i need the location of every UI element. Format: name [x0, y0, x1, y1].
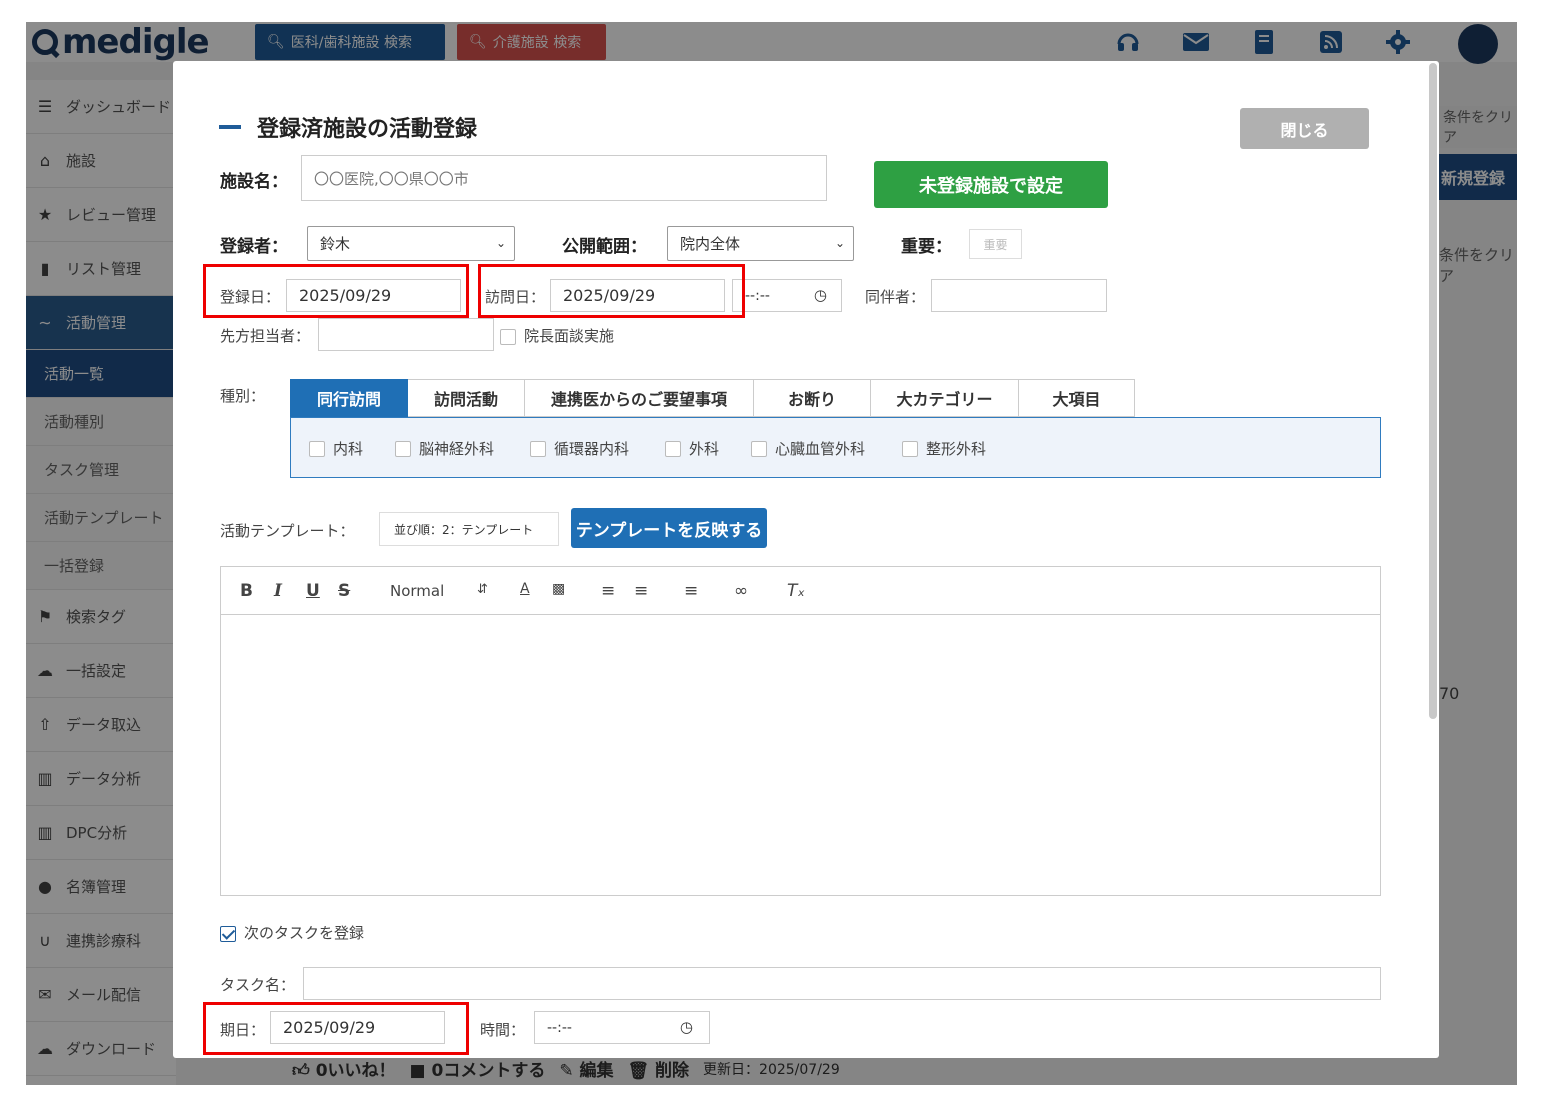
department-label: 循環器内科: [554, 440, 630, 458]
task-time-input[interactable]: --:-- ◷: [534, 1011, 710, 1044]
registrant-label: 登録者：: [220, 237, 288, 257]
scope-select[interactable]: 院内全体 ⌄: [667, 226, 854, 261]
facility-label: 施設名：: [220, 172, 288, 192]
visit-time-value: --:--: [745, 287, 770, 304]
department-label: 脳神経外科: [419, 440, 495, 458]
modal-title: 登録済施設の活動登録: [219, 111, 477, 143]
department-checkbox-surgery[interactable]: 外科: [665, 438, 719, 459]
tab-major-item[interactable]: 大項目: [1019, 379, 1135, 417]
text-color-icon[interactable]: A: [520, 581, 530, 597]
companion-input[interactable]: [931, 279, 1107, 312]
close-button[interactable]: 閉じる: [1240, 108, 1369, 149]
highlight-reg-date: [203, 264, 469, 318]
checkbox-checked-icon: [220, 925, 236, 942]
unregistered-facility-button[interactable]: 未登録施設で設定: [874, 161, 1108, 208]
visit-time-input[interactable]: --:-- ◷: [732, 279, 842, 312]
checkbox-icon: [665, 440, 681, 457]
ordered-list-icon[interactable]: ≡: [601, 581, 615, 601]
next-task-label: 次のタスクを登録: [244, 924, 365, 942]
bullet-list-icon[interactable]: ≡: [634, 581, 648, 601]
department-checkbox-cardiology[interactable]: 循環器内科: [530, 438, 629, 459]
modal-title-text: 登録済施設の活動登録: [257, 117, 478, 142]
important-label: 重要：: [901, 237, 952, 257]
apply-template-button[interactable]: テンプレートを反映する: [571, 508, 767, 548]
highlight-visit-date: [478, 264, 745, 318]
tab-requests[interactable]: 連携医からのご要望事項: [525, 379, 754, 417]
clear-format-icon[interactable]: Tₓ: [787, 581, 805, 601]
link-icon[interactable]: ∞: [734, 581, 748, 601]
scope-value: 院内全体: [680, 235, 741, 253]
italic-icon[interactable]: I: [274, 581, 282, 601]
checkbox-icon: [902, 440, 918, 457]
checkbox-icon: [309, 440, 325, 457]
checkbox-icon: [751, 440, 767, 457]
collapse-icon[interactable]: [219, 125, 241, 129]
department-label: 心臓血管外科: [775, 440, 866, 458]
tab-major-category[interactable]: 大カテゴリー: [871, 379, 1019, 417]
background-color-icon[interactable]: ▩: [552, 581, 565, 597]
contact-input[interactable]: [318, 318, 494, 351]
checkbox-icon: [500, 328, 516, 345]
tab-refusal[interactable]: お断り: [754, 379, 871, 417]
important-toggle[interactable]: 重要: [969, 229, 1022, 259]
underline-icon[interactable]: U: [306, 581, 320, 601]
tab-accompany-visit[interactable]: 同行訪問: [290, 379, 408, 417]
department-checkbox-cardiovascular[interactable]: 心臓血管外科: [751, 438, 865, 459]
modal-scrollbar[interactable]: [1429, 63, 1437, 719]
bold-icon[interactable]: B: [240, 581, 253, 601]
companion-label: 同伴者：: [865, 288, 926, 306]
facility-placeholder: 〇〇医院,〇〇県〇〇市: [314, 169, 469, 188]
rich-text-editor: B I U S Normal ⇵ A ▩ ≡ ≡ ≡ ∞ Tₓ: [220, 566, 1381, 896]
department-label: 外科: [689, 440, 720, 458]
checkbox-icon: [530, 440, 546, 457]
type-tabs: 同行訪問 訪問活動 連携医からのご要望事項 お断り 大カテゴリー 大項目: [290, 379, 1135, 417]
sort-icon[interactable]: ⇵: [477, 582, 488, 597]
clock-icon: ◷: [679, 1018, 693, 1036]
director-interview-checkbox[interactable]: 院長面談実施: [500, 325, 614, 346]
type-label: 種別：: [220, 387, 266, 405]
task-time-value: --:--: [547, 1019, 572, 1036]
next-task-checkbox[interactable]: 次のタスクを登録: [220, 922, 364, 943]
department-label: 整形外科: [926, 440, 987, 458]
task-name-label: タスク名：: [220, 976, 296, 994]
highlight-due-date: [203, 1002, 469, 1055]
align-icon[interactable]: ≡: [684, 581, 698, 601]
chevron-down-icon: ⌄: [495, 236, 506, 250]
template-value: 並び順：2：テンプレート: [394, 522, 534, 537]
checkbox-icon: [395, 440, 411, 457]
chevron-down-icon: ⌄: [834, 236, 845, 250]
tab-visit-activity[interactable]: 訪問活動: [408, 379, 525, 417]
director-interview-label: 院長面談実施: [524, 327, 615, 345]
task-name-input[interactable]: [303, 967, 1381, 1000]
registrant-value: 鈴木: [320, 235, 351, 253]
facility-name-input[interactable]: 〇〇医院,〇〇県〇〇市: [301, 155, 827, 201]
contact-label: 先方担当者：: [220, 327, 311, 345]
clock-icon: ◷: [813, 286, 827, 304]
activity-register-modal: 登録済施設の活動登録 閉じる 施設名： 〇〇医院,〇〇県〇〇市 未登録施設で設定…: [173, 61, 1439, 1058]
department-panel: 内科 脳神経外科 循環器内科 外科 心臓血管外科 整形外科: [290, 417, 1381, 478]
strikethrough-icon[interactable]: S: [338, 581, 350, 601]
template-label: 活動テンプレート：: [220, 522, 355, 540]
department-checkbox-internal[interactable]: 内科: [309, 438, 363, 459]
department-checkbox-orthopedics[interactable]: 整形外科: [902, 438, 986, 459]
format-select[interactable]: Normal: [390, 582, 444, 600]
template-select[interactable]: 並び順：2：テンプレート: [379, 512, 559, 546]
time-label: 時間：: [480, 1021, 526, 1039]
department-label: 内科: [333, 440, 364, 458]
department-checkbox-neurosurgery[interactable]: 脳神経外科: [395, 438, 494, 459]
editor-toolbar: B I U S Normal ⇵ A ▩ ≡ ≡ ≡ ∞ Tₓ: [221, 567, 1380, 615]
scope-label: 公開範囲：: [562, 237, 647, 257]
registrant-select[interactable]: 鈴木 ⌄: [307, 226, 515, 261]
